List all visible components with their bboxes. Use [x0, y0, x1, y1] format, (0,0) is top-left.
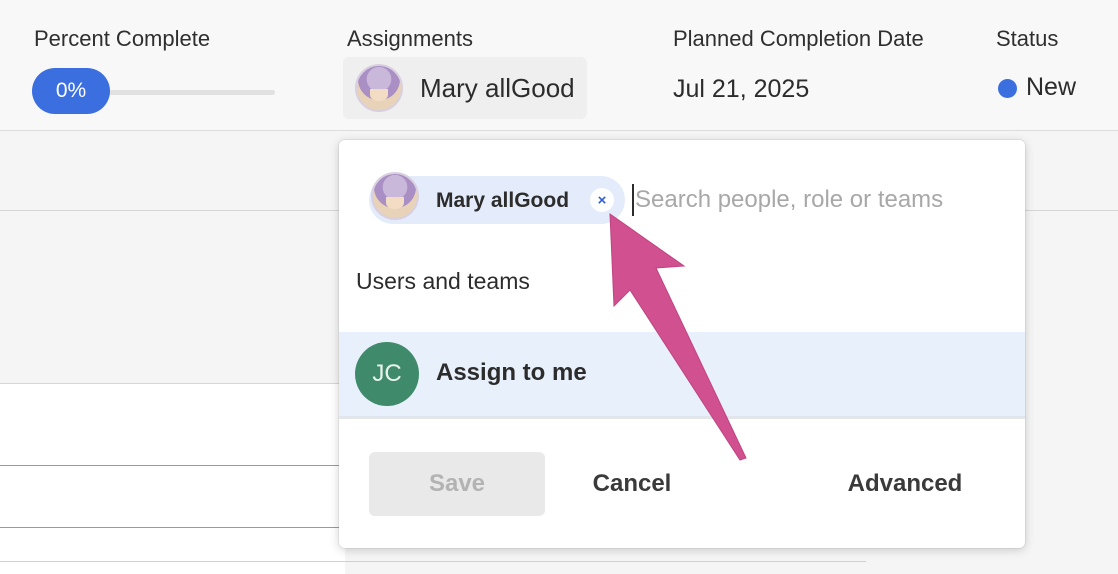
status-label: Status	[996, 26, 1059, 51]
task-header-bar: Percent Complete 0% Assignments Mary all…	[0, 0, 1118, 131]
percent-complete-badge[interactable]: 0%	[32, 68, 110, 114]
divider	[0, 465, 345, 466]
status-dot-icon	[998, 79, 1017, 98]
divider	[0, 383, 345, 384]
divider	[0, 527, 345, 528]
status-value[interactable]: New	[1026, 73, 1076, 102]
user-initials-avatar: JC	[355, 342, 419, 406]
save-button[interactable]: Save	[369, 452, 545, 516]
assignments-label: Assignments	[347, 26, 473, 51]
users-and-teams-heading: Users and teams	[356, 268, 530, 294]
planned-completion-date-label: Planned Completion Date	[673, 26, 924, 51]
footer-divider	[339, 418, 1025, 419]
selected-assignee-name: Mary allGood	[436, 189, 570, 212]
background-panel	[0, 384, 345, 574]
percent-complete-label: Percent Complete	[34, 26, 211, 51]
advanced-button[interactable]: Advanced	[829, 452, 981, 516]
assignment-popover: Mary allGood × Users and teams JC Assign…	[339, 140, 1025, 548]
assign-to-me-option[interactable]: JC Assign to me	[339, 332, 1025, 418]
planned-completion-date-value[interactable]: Jul 21, 2025	[673, 75, 809, 104]
cancel-button[interactable]: Cancel	[571, 452, 693, 516]
divider	[0, 561, 866, 562]
tag-avatar	[371, 172, 419, 220]
search-input[interactable]	[633, 180, 1005, 220]
assignee-avatar	[355, 64, 403, 112]
assign-to-me-label: Assign to me	[436, 359, 587, 386]
remove-tag-icon[interactable]: ×	[590, 188, 614, 212]
assignee-name[interactable]: Mary allGood	[420, 73, 575, 104]
